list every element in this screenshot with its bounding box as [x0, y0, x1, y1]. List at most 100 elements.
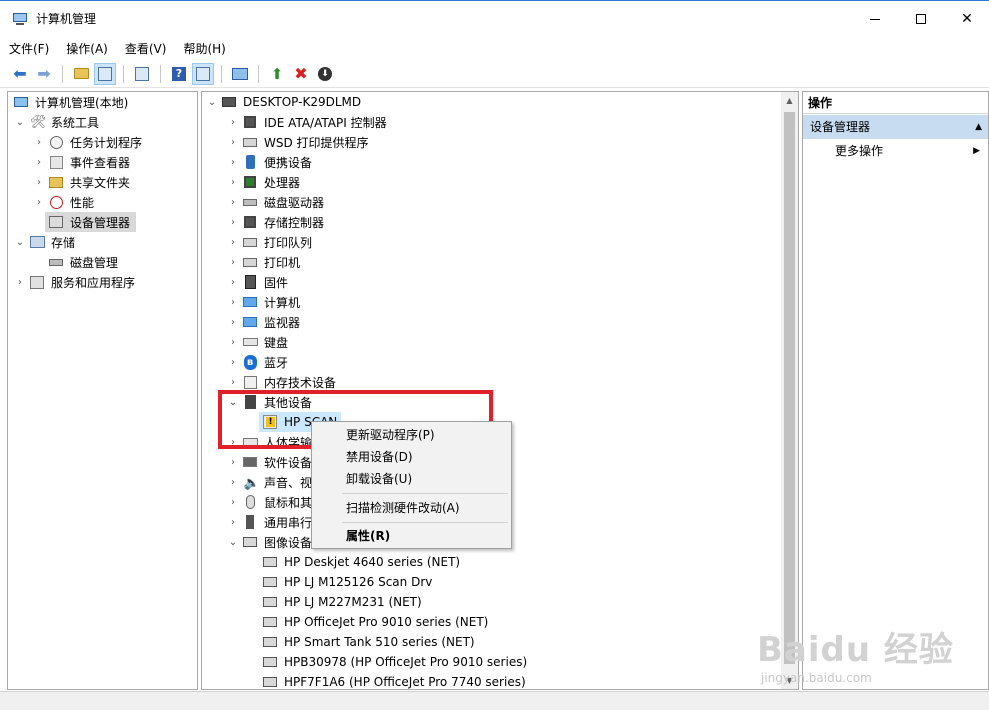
- tree-event-viewer[interactable]: › 事件查看器: [33, 152, 132, 172]
- device-category-imaging[interactable]: ⌄ 图像设备: [227, 532, 314, 552]
- device-tree-scrollbar[interactable]: ▲ ▼: [781, 92, 798, 689]
- chevron-right-icon[interactable]: ›: [227, 297, 239, 308]
- tree-storage[interactable]: ⌄ 存储: [14, 232, 77, 252]
- chevron-right-icon[interactable]: ›: [227, 197, 239, 208]
- maximize-button[interactable]: [898, 1, 944, 37]
- menu-view[interactable]: 查看(V): [116, 39, 175, 59]
- device-category[interactable]: › 处理器: [227, 172, 302, 192]
- tree-label: 设备管理器: [70, 215, 131, 230]
- back-button[interactable]: ⬅: [9, 63, 31, 85]
- forward-button[interactable]: ➡: [33, 63, 55, 85]
- scan-hardware-button[interactable]: [229, 63, 251, 85]
- scroll-up-icon[interactable]: ▲: [781, 92, 798, 109]
- chevron-right-icon[interactable]: ›: [14, 277, 26, 288]
- tree-device-manager[interactable]: 设备管理器: [45, 212, 137, 232]
- actions-section-device-manager[interactable]: 设备管理器 ▲: [803, 115, 988, 139]
- imaging-device[interactable]: HP Smart Tank 510 series (NET): [259, 632, 477, 652]
- menu-help[interactable]: 帮助(H): [174, 39, 233, 59]
- chevron-right-icon[interactable]: ›: [227, 477, 239, 488]
- minimize-button[interactable]: [852, 1, 898, 37]
- device-category[interactable]: › 鼠标和其: [227, 492, 314, 512]
- device-category[interactable]: › 计算机: [227, 292, 302, 312]
- chevron-right-icon[interactable]: ›: [227, 277, 239, 288]
- close-button[interactable]: ✕: [944, 1, 989, 37]
- chevron-right-icon[interactable]: ›: [227, 117, 239, 128]
- menu-update-driver[interactable]: 更新驱动程序(P): [313, 424, 510, 446]
- more-actions-item[interactable]: 更多操作 ▶: [803, 140, 988, 162]
- device-category[interactable]: › IDE ATA/ATAPI 控制器: [227, 112, 389, 132]
- menu-action[interactable]: 操作(A): [57, 39, 116, 59]
- imaging-device[interactable]: HP Deskjet 4640 series (NET): [259, 552, 462, 572]
- update-driver-button[interactable]: ⬆: [266, 63, 288, 85]
- device-category[interactable]: › 键盘: [227, 332, 290, 352]
- actions-section-label: 设备管理器: [810, 120, 871, 134]
- device-category[interactable]: › WSD 打印提供程序: [227, 132, 371, 152]
- help-button[interactable]: ?: [168, 63, 190, 85]
- chevron-right-icon[interactable]: ›: [33, 157, 45, 168]
- properties-button[interactable]: [131, 63, 153, 85]
- tree-root[interactable]: 计算机管理(本地): [10, 92, 130, 112]
- tree-services-apps[interactable]: › 服务和应用程序: [14, 272, 137, 292]
- chevron-right-icon[interactable]: ›: [227, 217, 239, 228]
- chevron-right-icon[interactable]: ›: [227, 157, 239, 168]
- menu-properties[interactable]: 属性(R): [313, 525, 510, 547]
- chevron-right-icon[interactable]: ›: [227, 497, 239, 508]
- imaging-device[interactable]: HPF7F1A6 (HP OfficeJet Pro 7740 series): [259, 672, 528, 689]
- up-level-button[interactable]: [70, 63, 92, 85]
- tree-system-tools[interactable]: ⌄ 🛠 系统工具: [14, 112, 101, 132]
- device-category[interactable]: › ʙ 蓝牙: [227, 352, 290, 372]
- imaging-device[interactable]: HPB30978 (HP OfficeJet Pro 9010 series): [259, 652, 529, 672]
- chevron-right-icon[interactable]: ›: [33, 177, 45, 188]
- imaging-device[interactable]: HP OfficeJet Pro 9010 series (NET): [259, 612, 490, 632]
- device-category[interactable]: › 存储控制器: [227, 212, 326, 232]
- chevron-right-icon[interactable]: ›: [227, 237, 239, 248]
- device-category[interactable]: › 便携设备: [227, 152, 314, 172]
- chevron-right-icon[interactable]: ›: [227, 357, 239, 368]
- tree-task-scheduler[interactable]: › 任务计划程序: [33, 132, 144, 152]
- tree-performance[interactable]: › 性能: [33, 192, 96, 212]
- chevron-right-icon[interactable]: ›: [227, 137, 239, 148]
- device-category[interactable]: › 软件设备: [227, 452, 314, 472]
- show-action-pane-button[interactable]: [192, 62, 214, 85]
- chevron-right-icon[interactable]: ›: [33, 197, 45, 208]
- collapse-up-icon[interactable]: ▲: [975, 115, 982, 139]
- menu-uninstall-device[interactable]: 卸载设备(U): [313, 468, 510, 490]
- device-category[interactable]: › 磁盘驱动器: [227, 192, 326, 212]
- menu-scan-hardware[interactable]: 扫描检测硬件改动(A): [313, 497, 510, 519]
- tree-shared-folders[interactable]: › 共享文件夹: [33, 172, 132, 192]
- device-category[interactable]: › 打印机: [227, 252, 302, 272]
- device-tree-root[interactable]: ⌄ DESKTOP-K29DLMD: [206, 92, 363, 112]
- imaging-device[interactable]: HP LJ M227M231 (NET): [259, 592, 424, 612]
- disable-button[interactable]: ⬇: [314, 63, 336, 85]
- menu-file[interactable]: 文件(F): [0, 39, 57, 59]
- scrollbar-thumb[interactable]: [784, 112, 795, 664]
- chevron-down-icon[interactable]: ⌄: [227, 537, 239, 548]
- device-category-label: 声音、视: [264, 475, 313, 490]
- uninstall-button[interactable]: ✖: [290, 63, 312, 85]
- device-category[interactable]: › 通用串行: [227, 512, 314, 532]
- chevron-right-icon[interactable]: ›: [227, 317, 239, 328]
- toolbar-separator: [258, 64, 259, 83]
- show-hide-tree-button[interactable]: [94, 62, 116, 85]
- chevron-right-icon[interactable]: ›: [227, 337, 239, 348]
- chevron-right-icon[interactable]: ›: [227, 377, 239, 388]
- device-category[interactable]: › 内存技术设备: [227, 372, 338, 392]
- tree-root-label: 计算机管理(本地): [35, 95, 129, 110]
- device-category-label: 存储控制器: [264, 215, 325, 230]
- camera-icon: [242, 534, 258, 550]
- device-category[interactable]: › 固件: [227, 272, 290, 292]
- menu-disable-device[interactable]: 禁用设备(D): [313, 446, 510, 468]
- device-category[interactable]: › 监视器: [227, 312, 302, 332]
- chevron-down-icon[interactable]: ⌄: [14, 117, 26, 128]
- device-category[interactable]: › 🔈 声音、视: [227, 472, 314, 492]
- imaging-device[interactable]: HP LJ M125126 Scan Drv: [259, 572, 434, 592]
- chevron-down-icon[interactable]: ⌄: [14, 237, 26, 248]
- device-category[interactable]: › 打印队列: [227, 232, 314, 252]
- tree-disk-management[interactable]: 磁盘管理: [45, 252, 120, 272]
- chevron-right-icon[interactable]: ›: [227, 257, 239, 268]
- chevron-right-icon[interactable]: ›: [33, 137, 45, 148]
- chevron-right-icon[interactable]: ›: [227, 177, 239, 188]
- chevron-right-icon[interactable]: ›: [227, 457, 239, 468]
- chevron-right-icon[interactable]: ›: [227, 517, 239, 528]
- chevron-down-icon[interactable]: ⌄: [206, 97, 218, 108]
